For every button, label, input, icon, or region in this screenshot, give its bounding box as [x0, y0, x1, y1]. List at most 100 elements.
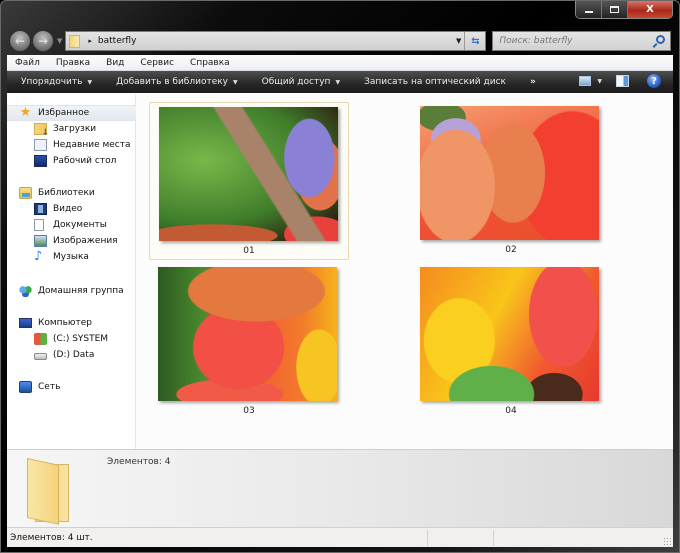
back-arrow-icon: ← [14, 34, 26, 48]
nav-downloads[interactable]: Загрузки [7, 121, 136, 138]
chevron-down-icon: ▼ [87, 78, 93, 86]
computer-group: Компьютер (C:) SYSTEM (D:) Data [7, 315, 136, 363]
nav-drive-d[interactable]: (D:) Data [7, 347, 136, 363]
video-icon [34, 203, 47, 215]
burn-button[interactable]: Записать на оптический диск [364, 77, 506, 87]
maximize-icon [610, 6, 619, 13]
breadcrumb-separator[interactable]: ▸ [88, 37, 92, 45]
address-history-dropdown[interactable]: ▼ [456, 37, 461, 45]
nav-computer[interactable]: Компьютер [7, 315, 136, 331]
add-to-library-button[interactable]: Добавить в библиотеку ▼ [116, 77, 238, 87]
status-divider [493, 530, 494, 546]
maximize-button[interactable] [602, 1, 628, 18]
menu-file[interactable]: Файл [15, 58, 40, 68]
nav-pictures[interactable]: Изображения [7, 233, 136, 249]
breadcrumb-batterfly[interactable]: batterfly [98, 36, 137, 46]
network-group: Сеть [7, 379, 136, 395]
downloads-folder-icon [34, 123, 49, 138]
file-name: 02 [505, 245, 517, 255]
command-bar: Упорядочить ▼ Добавить в библиотеку ▼ Общи… [7, 71, 673, 93]
nav-desktop[interactable]: Рабочий стол [7, 153, 136, 169]
minimize-icon [584, 11, 593, 13]
nav-drive-c[interactable]: (C:) SYSTEM [7, 331, 136, 347]
refresh-icon: ⇆ [471, 35, 480, 47]
resize-grip[interactable] [663, 537, 671, 545]
minimize-button[interactable] [576, 1, 602, 18]
recent-pages-dropdown[interactable]: ▼ [57, 37, 62, 45]
nav-label: Библиотеки [38, 188, 95, 198]
hard-drive-icon [34, 353, 47, 360]
back-button[interactable]: ← [9, 30, 31, 52]
organize-button[interactable]: Упорядочить ▼ [21, 77, 92, 87]
folder-icon [69, 34, 81, 48]
thumbnail-image [420, 267, 599, 401]
folder-front [27, 458, 59, 525]
file-name: 03 [243, 406, 255, 416]
folder-icon [27, 458, 71, 525]
nav-label: Компьютер [38, 318, 92, 328]
file-name: 04 [505, 406, 517, 416]
refresh-button[interactable]: ⇆ [464, 32, 485, 50]
help-icon[interactable]: ? [647, 74, 661, 88]
file-item[interactable]: 02 [411, 102, 611, 260]
music-icon: ♪ [34, 249, 43, 264]
nav-recent-places[interactable]: Недавние места [7, 137, 136, 153]
favorites-group: ★ Избранное Загрузки Недавние места Рабоч… [7, 105, 136, 169]
preview-pane-icon[interactable] [616, 75, 629, 87]
status-item-count: Элементов: 4 шт. [10, 532, 93, 543]
more-commands-button[interactable]: » [530, 77, 536, 87]
explorer-window: X ← → ▼ ▸ batterfly ▼ ⇆ Поиск: batterfly… [0, 0, 680, 553]
share-button[interactable]: Общий доступ ▼ [262, 77, 340, 87]
nav-video[interactable]: Видео [7, 201, 136, 217]
search-icon[interactable] [656, 35, 665, 44]
recent-places-icon [34, 139, 47, 151]
add-to-library-label: Добавить в библиотеку [116, 77, 229, 87]
menu-edit[interactable]: Правка [56, 58, 90, 68]
nav-label: Рабочий стол [53, 156, 117, 166]
menu-bar: Файл Правка Вид Сервис Справка [7, 55, 673, 71]
nav-homegroup[interactable]: Домашняя группа [7, 283, 136, 299]
details-item-count: Элементов: 4 [107, 457, 171, 467]
nav-label: Сеть [38, 382, 61, 392]
file-name: 01 [243, 246, 255, 256]
nav-favorites[interactable]: ★ Избранное [7, 105, 136, 121]
close-icon: X [646, 4, 654, 15]
thumbnail-image [159, 107, 338, 241]
nav-label: Музыка [53, 252, 89, 262]
menu-help[interactable]: Справка [190, 58, 230, 68]
menu-tools[interactable]: Сервис [140, 58, 174, 68]
file-item[interactable]: 04 [411, 263, 611, 421]
address-bar[interactable]: ▸ batterfly ▼ ⇆ [65, 31, 487, 51]
desktop-icon [34, 155, 47, 167]
pictures-icon [34, 235, 47, 247]
file-item[interactable]: 01 [149, 102, 349, 260]
nav-label: Изображения [53, 236, 118, 246]
nav-libraries[interactable]: Библиотеки [7, 185, 136, 201]
nav-network[interactable]: Сеть [7, 379, 136, 395]
computer-icon [19, 318, 32, 328]
search-box[interactable]: Поиск: batterfly [492, 31, 671, 51]
nav-label: (C:) SYSTEM [53, 334, 109, 344]
thumbnail-image [420, 106, 599, 240]
chevron-down-icon: ▼ [335, 78, 341, 86]
view-options-dropdown[interactable]: ▼ [597, 78, 602, 85]
nav-documents[interactable]: Документы [7, 217, 136, 233]
forward-button[interactable]: → [32, 30, 54, 52]
navigation-pane: ★ Избранное Загрузки Недавние места Рабоч… [7, 94, 136, 449]
close-button[interactable]: X [628, 1, 672, 18]
file-item[interactable]: 03 [149, 263, 349, 421]
network-icon [19, 381, 32, 393]
change-view-icon[interactable] [579, 76, 592, 86]
nav-label: Документы [53, 220, 107, 230]
nav-music[interactable]: ♪ Музыка [7, 249, 136, 265]
nav-label: Недавние места [53, 140, 131, 150]
nav-label: Домашняя группа [38, 286, 124, 296]
homegroup-group: Домашняя группа [7, 283, 136, 299]
details-pane: Элементов: 4 [7, 449, 673, 527]
menu-view[interactable]: Вид [106, 58, 124, 68]
search-input[interactable]: Поиск: batterfly [499, 36, 572, 46]
chevron-down-icon: ▼ [233, 78, 238, 86]
thumbnail-image [158, 267, 337, 401]
nav-label: Избранное [38, 108, 90, 118]
nav-label: (D:) Data [53, 350, 95, 360]
